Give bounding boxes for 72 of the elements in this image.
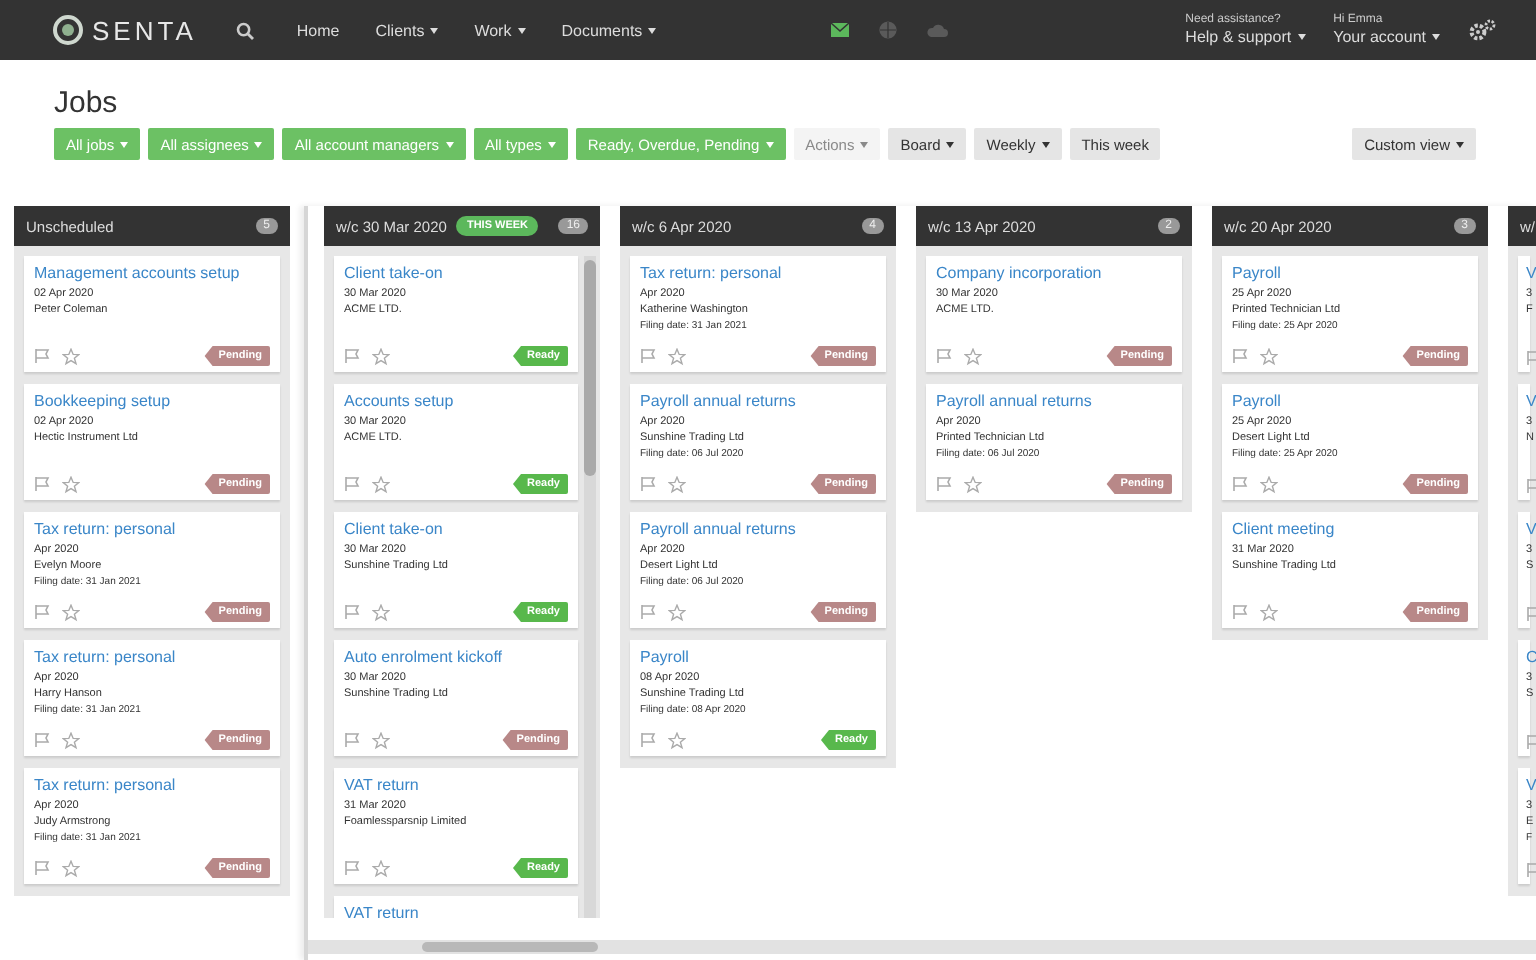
star-icon (62, 859, 80, 877)
flag-icon (34, 348, 50, 364)
flag-icon (344, 860, 360, 876)
search-icon (236, 21, 255, 39)
star-icon (668, 475, 686, 493)
star-icon (1260, 347, 1278, 365)
flag-icon (344, 348, 360, 364)
star-icon (62, 347, 80, 365)
nav-link[interactable]: Documents (561, 21, 657, 39)
flag-icon (640, 476, 656, 492)
job-title-link[interactable]: VAT return (344, 904, 568, 918)
star-icon (964, 475, 982, 493)
star-icon (1260, 603, 1278, 621)
job-title-link[interactable]: Client meeting (1232, 520, 1468, 540)
logo-icon (52, 14, 84, 46)
account-menu-link[interactable]: Your account (1333, 28, 1440, 46)
star-icon (62, 731, 80, 749)
star-icon (668, 731, 686, 749)
job-title-link[interactable]: Tax return: personal (34, 648, 270, 668)
star-icon (668, 603, 686, 621)
job-card[interactable]: VAT return (334, 896, 578, 918)
star-icon (62, 603, 80, 621)
nav-link[interactable]: Clients (375, 21, 439, 39)
flag-icon (34, 604, 50, 620)
job-title-link[interactable]: Bookkeeping setup (34, 392, 270, 412)
flag-icon (640, 348, 656, 364)
job-title-link[interactable]: Company incorporation (936, 264, 1172, 284)
star-icon (372, 603, 390, 621)
job-title-link[interactable]: Payroll (1232, 392, 1468, 412)
flag-icon (34, 732, 50, 748)
job-title-link[interactable]: Accounts setup (344, 392, 568, 412)
job-title-link[interactable]: VAT return (344, 776, 568, 796)
flag-icon (344, 476, 360, 492)
flag-icon (34, 476, 50, 492)
job-title-link[interactable]: Tax return: personal (34, 776, 270, 796)
flag-icon (640, 732, 656, 748)
account-menu-link[interactable]: Help & support (1185, 28, 1306, 46)
job-title-link[interactable]: Tax return: personal (640, 264, 876, 284)
nav-link[interactable]: Work (474, 21, 526, 39)
flag-icon (936, 348, 952, 364)
star-icon (372, 859, 390, 877)
job-title-link[interactable]: Client take-on (344, 264, 568, 284)
job-title-link[interactable]: Payroll annual returns (640, 392, 876, 412)
job-title-link[interactable]: Management accounts setup (34, 264, 270, 284)
nav-link[interactable]: Home (296, 21, 340, 39)
job-title-link[interactable]: Tax return: personal (34, 520, 270, 540)
flag-icon (1232, 476, 1248, 492)
vertical-scrollbar[interactable] (584, 256, 596, 918)
job-title-link[interactable]: Auto enrolment kickoff (344, 648, 568, 668)
gears-icon (1468, 18, 1496, 42)
star-icon (1260, 475, 1278, 493)
horizontal-scrollbar[interactable] (308, 940, 1536, 954)
flag-icon (1232, 604, 1248, 620)
flag-icon (1232, 348, 1248, 364)
flag-icon (344, 604, 360, 620)
logo-text: SENTA (92, 15, 197, 45)
star-icon (964, 347, 982, 365)
flag-icon (344, 732, 360, 748)
flag-icon (34, 860, 50, 876)
star-icon (668, 347, 686, 365)
flag-icon (936, 476, 952, 492)
star-icon (372, 347, 390, 365)
job-title-link[interactable]: Payroll annual returns (936, 392, 1172, 412)
page-title: Jobs (54, 86, 120, 122)
star-icon (372, 475, 390, 493)
job-title-link[interactable]: Payroll (1232, 264, 1468, 284)
job-title-link[interactable]: Payroll annual returns (640, 520, 876, 540)
job-title-link[interactable]: Payroll (640, 648, 876, 668)
star-icon (372, 731, 390, 749)
flag-icon (640, 604, 656, 620)
star-icon (62, 475, 80, 493)
job-title-link[interactable]: Client take-on (344, 520, 568, 540)
